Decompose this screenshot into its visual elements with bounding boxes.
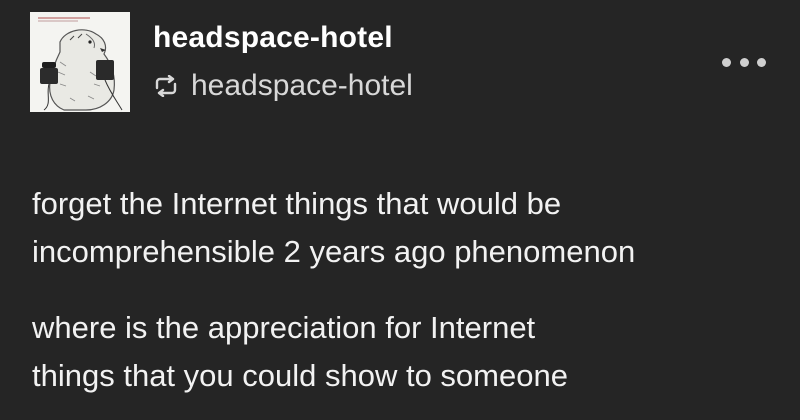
reblog-blog-name[interactable]: headspace-hotel [191,68,413,104]
post-paragraph: where is the appreciation for Internet t… [32,304,782,400]
reblog-icon [153,73,183,99]
blog-name[interactable]: headspace-hotel [153,20,393,56]
post-body: forget the Internet things that would be… [32,180,782,420]
avatar[interactable] [30,12,130,112]
bear-with-phones-avatar-icon [30,12,130,112]
post-line: where is the appreciation for Internet [32,310,536,345]
tumblr-post: headspace-hotel headspace-hotel forget t… [0,0,800,420]
more-dot [739,57,749,67]
more-dot [757,57,766,67]
reblog-source[interactable]: headspace-hotel [153,68,413,104]
post-line: things that you could show to someone [32,358,568,393]
post-paragraph: forget the Internet things that would be… [32,180,782,276]
more-dot [722,57,731,67]
more-options-icon[interactable] [722,50,766,74]
post-line: forget the Internet things that would be [32,186,562,221]
post-line: incomprehensible 2 years ago phenomenon [32,234,636,269]
